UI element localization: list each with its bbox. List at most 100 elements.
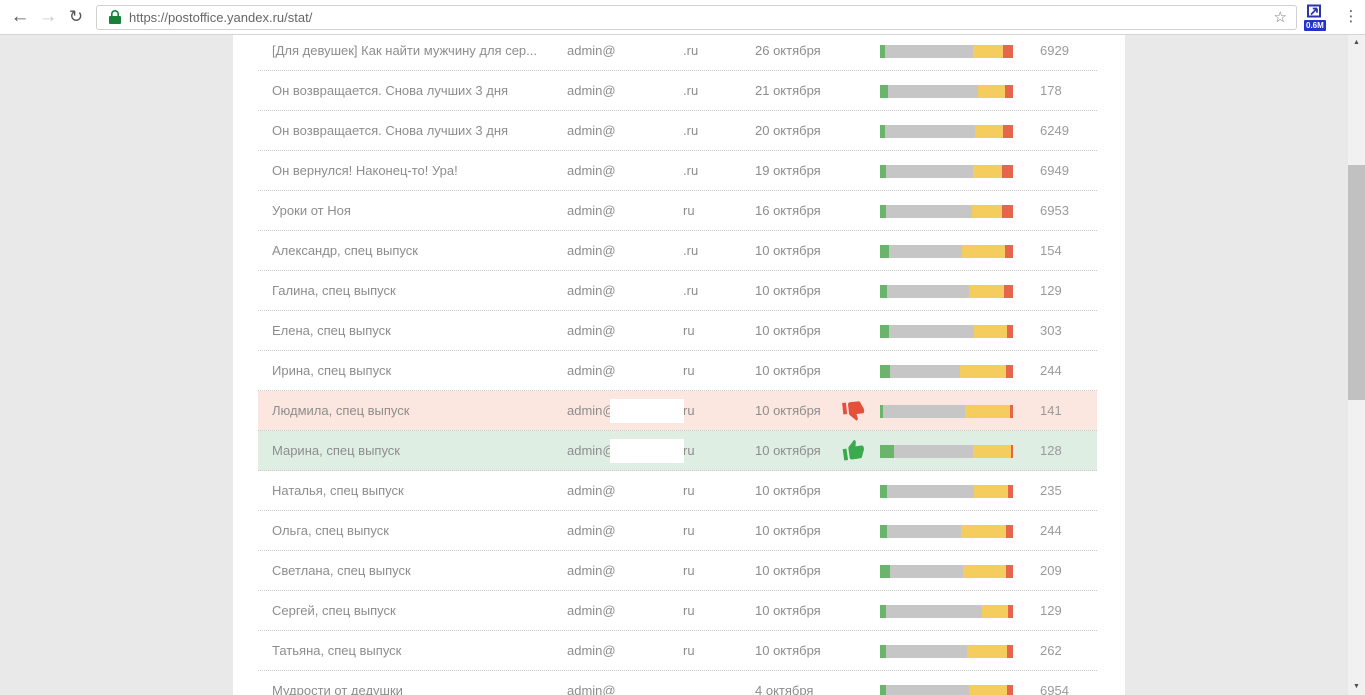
bar-segment-yellow — [962, 245, 1005, 258]
row-email-domain: .ru — [683, 111, 698, 150]
extension-icon[interactable]: 0.6M — [1306, 4, 1330, 32]
row-email-user: admin@ — [567, 511, 616, 550]
row-count: 141 — [1040, 391, 1062, 430]
bar-segment-red — [1002, 205, 1013, 218]
stats-bar — [880, 165, 1013, 178]
table-row[interactable]: Галина, спец выпуск admin@ .ru 10 октябр… — [258, 271, 1097, 311]
row-date: 10 октября — [755, 351, 821, 390]
bar-segment-green — [880, 485, 887, 498]
row-count: 128 — [1040, 431, 1062, 470]
bar-segment-gray — [885, 125, 975, 138]
bar-segment-red — [1005, 85, 1013, 98]
bar-segment-yellow — [973, 445, 1011, 458]
bar-segment-gray — [886, 605, 982, 618]
stats-bar — [880, 45, 1013, 58]
bar-segment-yellow — [963, 565, 1006, 578]
bar-segment-gray — [886, 685, 969, 695]
bar-segment-gray — [886, 645, 967, 658]
row-count: 129 — [1040, 271, 1062, 310]
table-row[interactable]: Ольга, спец выпуск admin@ ru 10 октября … — [258, 511, 1097, 551]
row-email-user: admin@ — [567, 671, 616, 695]
row-title: Елена, спец выпуск — [272, 311, 391, 350]
table-row[interactable]: Мудрости от дедушки admin@ 4 октября 695… — [258, 671, 1097, 695]
bar-segment-gray — [883, 405, 965, 418]
vertical-scrollbar[interactable]: ▲ ▼ — [1348, 35, 1365, 695]
stats-bar — [880, 365, 1013, 378]
bar-segment-red — [1008, 605, 1013, 618]
row-title: [Для девушек] Как найти мужчину для сер.… — [272, 35, 537, 70]
row-email-user: admin@ — [567, 35, 616, 70]
back-button[interactable]: ← — [6, 3, 34, 31]
table-row[interactable]: Наталья, спец выпуск admin@ ru 10 октябр… — [258, 471, 1097, 511]
bar-segment-red — [1006, 565, 1013, 578]
bar-segment-red — [1010, 405, 1013, 418]
row-email-domain: ru — [683, 431, 695, 470]
row-email-domain: .ru — [683, 71, 698, 110]
stats-bar — [880, 325, 1013, 338]
bar-segment-red — [1005, 245, 1013, 258]
thumb-down-icon[interactable] — [842, 399, 866, 423]
table-row[interactable]: Сергей, спец выпуск admin@ ru 10 октября… — [258, 591, 1097, 631]
table-row[interactable]: Людмила, спец выпуск admin@ ru 10 октябр… — [258, 391, 1097, 431]
bar-segment-red — [1008, 485, 1013, 498]
bar-segment-yellow — [974, 485, 1008, 498]
table-row[interactable]: Александр, спец выпуск admin@ .ru 10 окт… — [258, 231, 1097, 271]
thumb-up-icon[interactable] — [842, 439, 866, 463]
browser-toolbar: ← → ↻ https://postoffice.yandex.ru/stat/… — [0, 0, 1365, 35]
table-row[interactable]: [Для девушек] Как найти мужчину для сер.… — [258, 35, 1097, 71]
bar-segment-yellow — [975, 125, 1003, 138]
row-title: Он возвращается. Снова лучших 3 дня — [272, 111, 508, 150]
bar-segment-gray — [887, 485, 974, 498]
row-email-user: admin@ — [567, 111, 616, 150]
redaction-box — [610, 439, 684, 463]
row-date: 21 октября — [755, 71, 821, 110]
bar-segment-gray — [886, 165, 973, 178]
bar-segment-red — [1002, 165, 1013, 178]
row-date: 16 октября — [755, 191, 821, 230]
row-date: 26 октября — [755, 35, 821, 70]
bookmark-star-icon[interactable]: ☆ — [1274, 6, 1287, 29]
row-email-domain: ru — [683, 591, 695, 630]
browser-menu-icon[interactable]: ⋮ — [1340, 3, 1362, 31]
address-bar[interactable]: https://postoffice.yandex.ru/stat/ ☆ — [96, 5, 1297, 30]
row-count: 6954 — [1040, 671, 1069, 695]
table-row[interactable]: Он возвращается. Снова лучших 3 дня admi… — [258, 71, 1097, 111]
bar-segment-yellow — [961, 525, 1006, 538]
scrollbar-up-icon[interactable]: ▲ — [1348, 35, 1365, 51]
table-row[interactable]: Татьяна, спец выпуск admin@ ru 10 октябр… — [258, 631, 1097, 671]
table-row[interactable]: Марина, спец выпуск admin@ ru 10 октября… — [258, 431, 1097, 471]
row-count: 235 — [1040, 471, 1062, 510]
table-row[interactable]: Уроки от Ноя admin@ ru 16 октября 6953 — [258, 191, 1097, 231]
table-row[interactable]: Он возвращается. Снова лучших 3 дня admi… — [258, 111, 1097, 151]
stats-bar — [880, 525, 1013, 538]
row-date: 10 октября — [755, 631, 821, 670]
row-title: Галина, спец выпуск — [272, 271, 396, 310]
bar-segment-yellow — [973, 165, 1002, 178]
scrollbar-thumb[interactable] — [1348, 165, 1365, 400]
bar-segment-green — [880, 525, 887, 538]
extension-badge: 0.6M — [1304, 20, 1326, 31]
row-title: Ирина, спец выпуск — [272, 351, 391, 390]
bar-segment-gray — [886, 205, 972, 218]
scrollbar-down-icon[interactable]: ▼ — [1348, 679, 1365, 695]
bar-segment-gray — [889, 245, 962, 258]
row-date: 10 октября — [755, 591, 821, 630]
table-body: [Для девушек] Как найти мужчину для сер.… — [233, 35, 1125, 695]
row-email-domain: ru — [683, 511, 695, 550]
page-viewport: [Для девушек] Как найти мужчину для сер.… — [0, 35, 1348, 695]
table-row[interactable]: Елена, спец выпуск admin@ ru 10 октября … — [258, 311, 1097, 351]
table-row[interactable]: Светлана, спец выпуск admin@ ru 10 октяб… — [258, 551, 1097, 591]
row-email-user: admin@ — [567, 591, 616, 630]
row-email-user: admin@ — [567, 151, 616, 190]
stats-bar — [880, 485, 1013, 498]
row-email-domain: ru — [683, 311, 695, 350]
table-row[interactable]: Ирина, спец выпуск admin@ ru 10 октября … — [258, 351, 1097, 391]
forward-button[interactable]: → — [34, 3, 62, 31]
bar-segment-gray — [888, 85, 978, 98]
lock-icon — [109, 10, 121, 30]
row-email-domain: ru — [683, 471, 695, 510]
table-row[interactable]: Он вернулся! Наконец-то! Ура! admin@ .ru… — [258, 151, 1097, 191]
refresh-button[interactable]: ↻ — [62, 3, 90, 31]
url-text[interactable]: https://postoffice.yandex.ru/stat/ — [129, 6, 312, 29]
row-email-user: admin@ — [567, 191, 616, 230]
